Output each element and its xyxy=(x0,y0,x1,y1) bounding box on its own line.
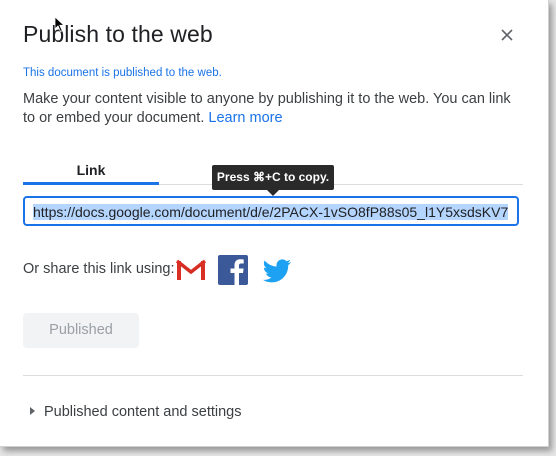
published-status: This document is published to the web. xyxy=(23,67,222,79)
expander-label: Published content and settings xyxy=(44,404,242,420)
copy-tooltip: Press ⌘+C to copy. xyxy=(212,165,334,190)
learn-more-link[interactable]: Learn more xyxy=(208,110,282,126)
description: Make your content visible to anyone by p… xyxy=(23,90,523,128)
published-url-input[interactable]: https://docs.google.com/document/d/e/2PA… xyxy=(23,196,519,226)
twitter-icon[interactable] xyxy=(261,254,293,286)
section-divider xyxy=(23,375,523,376)
active-tab-indicator xyxy=(23,182,159,185)
gmail-icon[interactable] xyxy=(175,254,207,286)
share-label: Or share this link using: xyxy=(23,261,175,277)
facebook-icon[interactable] xyxy=(217,254,249,286)
mouse-cursor-icon xyxy=(54,16,66,33)
published-settings-expander[interactable]: Published content and settings xyxy=(30,404,242,420)
url-selected-text: https://docs.google.com/document/d/e/2PA… xyxy=(33,204,509,220)
expand-triangle-icon xyxy=(30,407,35,415)
publish-dialog: Publish to the web This document is publ… xyxy=(0,0,549,447)
tab-link[interactable]: Link xyxy=(23,162,159,178)
published-button[interactable]: Published xyxy=(23,313,139,348)
close-icon[interactable] xyxy=(497,25,517,45)
dialog-title: Publish to the web xyxy=(23,21,213,47)
